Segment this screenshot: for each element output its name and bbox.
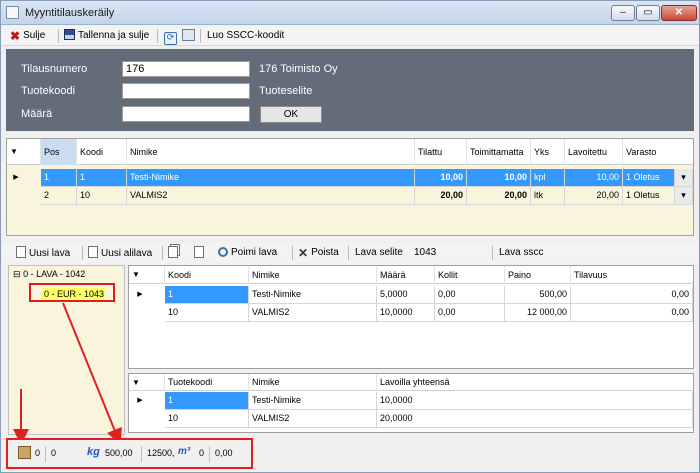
refresh-icon: ⟳ (164, 32, 177, 45)
column-nimike[interactable]: Nimike (127, 139, 415, 165)
column-lavoitettu[interactable]: Lavoitettu (565, 139, 623, 165)
close-icon: ✖ (10, 29, 21, 43)
table-row[interactable]: 10 VALMIS2 10,0000 0,00 12 000,00 0,00 (129, 304, 693, 322)
product-code-label: Tuotekoodi (21, 85, 76, 97)
toolbar-separator (348, 246, 349, 260)
toolbar-separator (200, 29, 201, 43)
quantity-label: Määrä (21, 108, 53, 120)
column-koodi[interactable]: Koodi (165, 266, 249, 284)
table-row[interactable]: ▶ 1 Testi-Nimike 10,0000 (129, 392, 693, 410)
column-toimittamatta[interactable]: Toimittamatta (467, 139, 531, 165)
pallet-toolbar: Uusi lava Uusi alilava Poimi lava ✕ Poist… (2, 243, 698, 263)
highlight-box-status (6, 438, 253, 469)
sort-icon[interactable]: ▼ (129, 374, 165, 391)
print-icon (182, 29, 195, 41)
row-pointer-icon: ▶ (137, 291, 143, 298)
highlight-box-tree (29, 283, 115, 302)
ok-button[interactable]: OK (260, 106, 322, 123)
order-header-panel: Tilausnumero 176 176 Toimisto Oy Tuoteko… (6, 49, 694, 131)
search-icon (218, 247, 228, 257)
delete-button[interactable]: ✕ Poista (298, 246, 339, 260)
minimize-button[interactable]: – (611, 5, 635, 21)
close-button[interactable]: ✖ Sulje (10, 29, 45, 43)
quantity-input[interactable] (122, 106, 250, 122)
pallet-rows-grid: ▼ Koodi Nimike Määrä Kollit Paino Tilavu… (128, 265, 694, 369)
toolbar-separator (82, 246, 83, 260)
refresh-button[interactable]: ⟳ (164, 29, 180, 45)
copy-button[interactable] (168, 246, 181, 260)
toolbar-separator (492, 246, 493, 260)
new-document-icon (88, 246, 98, 258)
app-icon (6, 6, 19, 19)
column-tuotekoodi[interactable]: Tuotekoodi (165, 374, 249, 391)
table-row[interactable]: ▶ 1 Testi-Nimike 5,0000 0,00 500,00 0,00 (129, 286, 693, 304)
pallet-sscc-label: Lava sscc (499, 247, 544, 258)
column-nimike[interactable]: Nimike (249, 266, 377, 284)
create-sscc-button[interactable]: Luo SSCC-koodit (207, 29, 284, 43)
column-kollit[interactable]: Kollit (435, 266, 505, 284)
column-maara[interactable]: Määrä (377, 266, 435, 284)
column-tilavuus[interactable]: Tilavuus (571, 266, 693, 284)
column-koodi[interactable]: Koodi (77, 139, 127, 165)
order-rows-grid: ▼ Pos Koodi Nimike Tilattu Toimittamatta… (6, 138, 694, 236)
app-window: Myyntitilauskeräily – ▭ ✕ ✖ Sulje Tallenn… (0, 0, 700, 473)
new-document-icon (16, 246, 26, 258)
column-yks[interactable]: Yks (531, 139, 565, 165)
pallet-description-label: Lava selite (355, 247, 403, 258)
save-icon (64, 29, 75, 40)
main-toolbar: ✖ Sulje Tallenna ja sulje ⟳ Luo SSCC-kood… (2, 26, 698, 46)
column-tilattu[interactable]: Tilattu (415, 139, 467, 165)
column-varasto[interactable]: Varasto (623, 139, 693, 165)
pallet-description-value[interactable]: 1043 (414, 246, 436, 260)
summary-grid: ▼ Tuotekoodi Nimike Lavoilla yhteensä ▶ … (128, 373, 694, 433)
new-subpallet-button[interactable]: Uusi alilava (88, 246, 152, 260)
pallet-grid-header: ▼ Koodi Nimike Määrä Kollit Paino Tilavu… (129, 266, 693, 284)
delete-icon: ✕ (298, 246, 309, 260)
table-row[interactable]: 2 10 VALMIS2 20,00 20,00 ltk 20,00 1 Ole… (7, 187, 693, 205)
toolbar-separator (292, 246, 293, 260)
table-row[interactable]: ▶ 1 1 Testi-Nimike 10,00 10,00 kpl 10,00… (7, 169, 693, 187)
warehouse-dropdown[interactable]: ▾ (675, 169, 693, 187)
collapse-icon[interactable]: ⊟ (13, 269, 21, 279)
tree-node-lava[interactable]: ⊟ 0 - LAVA - 1042 (13, 269, 85, 280)
customer-name: 176 Toimisto Oy (259, 63, 338, 75)
summary-grid-header: ▼ Tuotekoodi Nimike Lavoilla yhteensä (129, 374, 693, 391)
toolbar-separator (162, 246, 163, 260)
column-pos[interactable]: Pos (41, 139, 77, 165)
window-title: Myyntitilauskeräily (25, 7, 115, 19)
edit-icon (194, 246, 204, 258)
copy-icon (168, 246, 178, 258)
column-paino[interactable]: Paino (505, 266, 571, 284)
save-and-close-button[interactable]: Tallenna ja sulje (64, 29, 149, 43)
product-code-input[interactable] (122, 83, 250, 99)
print-button[interactable] (182, 29, 198, 43)
order-number-label: Tilausnumero (21, 63, 88, 75)
sort-icon[interactable]: ▼ (7, 139, 41, 165)
order-grid-header: ▼ Pos Koodi Nimike Tilattu Toimittamatta… (7, 139, 693, 165)
toolbar-separator (58, 29, 59, 43)
warehouse-dropdown[interactable]: ▾ (675, 187, 693, 205)
column-lavoilla-yhteensa[interactable]: Lavoilla yhteensä (377, 374, 693, 391)
title-bar: Myyntitilauskeräily – ▭ ✕ (1, 1, 699, 25)
sort-icon[interactable]: ▼ (129, 266, 165, 284)
toolbar-separator (157, 29, 158, 43)
table-row[interactable]: 10 VALMIS2 20,0000 (129, 410, 693, 428)
row-pointer-icon: ▶ (13, 174, 19, 181)
maximize-button[interactable]: ▭ (636, 5, 660, 21)
product-description-label: Tuoteselite (259, 85, 313, 97)
column-nimike[interactable]: Nimike (249, 374, 377, 391)
pick-pallet-button[interactable]: Poimi lava (218, 246, 277, 260)
row-pointer-icon: ▶ (137, 397, 143, 404)
edit-button[interactable] (194, 246, 207, 260)
close-window-button[interactable]: ✕ (661, 5, 697, 21)
new-pallet-button[interactable]: Uusi lava (16, 246, 70, 260)
order-number-input[interactable]: 176 (122, 61, 250, 77)
